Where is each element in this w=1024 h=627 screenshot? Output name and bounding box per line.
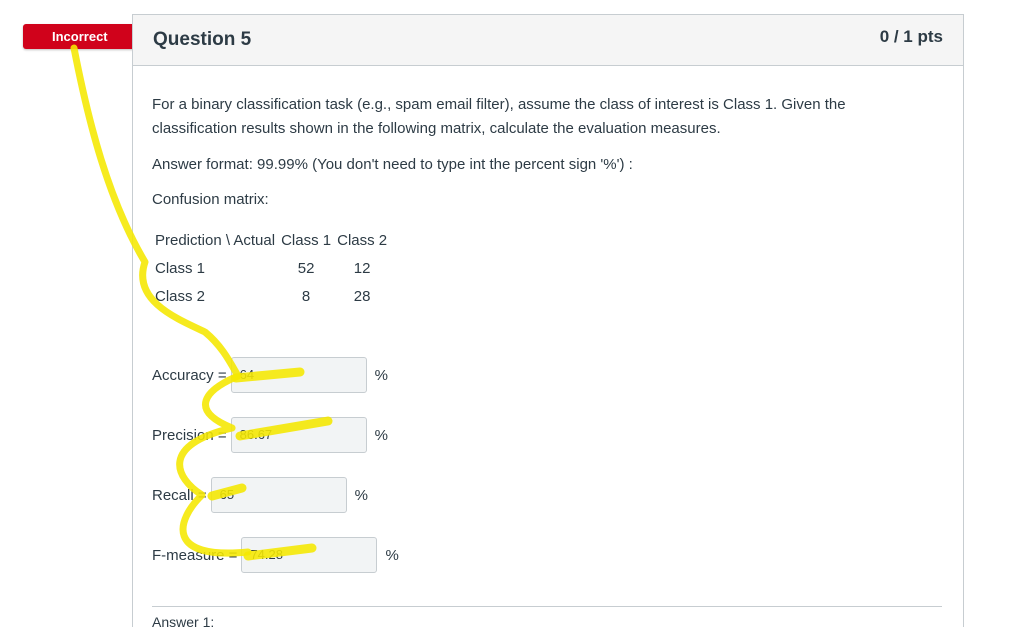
accuracy-answer-field[interactable]: 64 xyxy=(230,357,367,393)
question-title: Question 5 xyxy=(153,29,252,50)
accuracy-row: Accuracy = 64 % xyxy=(152,357,388,393)
recall-unit: % xyxy=(354,486,368,504)
matrix-cell: 8 xyxy=(301,287,311,305)
question-header: Question 5 0 / 1 pts xyxy=(133,15,963,66)
question-points: 0 / 1 pts xyxy=(879,27,943,46)
fmeasure-label: F-measure = xyxy=(152,546,238,564)
matrix-cell: 28 xyxy=(353,287,371,305)
fmeasure-answer-field[interactable]: 74.28 xyxy=(241,537,378,573)
answer-1-label: Answer 1: xyxy=(152,614,215,627)
quiz-page: Incorrect Question 5 0 / 1 pts For a bin… xyxy=(0,0,1024,627)
question-prompt: For a binary classification task (e.g., … xyxy=(152,96,846,137)
matrix-row-label: Class 2 xyxy=(155,287,206,305)
incorrect-flag: Incorrect xyxy=(23,24,149,49)
accuracy-label: Accuracy = xyxy=(152,366,227,384)
fmeasure-unit: % xyxy=(385,546,399,564)
confusion-matrix: Prediction \ Actual Class 1 Class 2 Clas… xyxy=(152,226,390,310)
precision-row: Precision = 86.67 % xyxy=(152,417,388,453)
matrix-header-row: Prediction \ Actual Class 1 Class 2 xyxy=(152,226,390,254)
precision-answer-field[interactable]: 86.67 xyxy=(230,417,367,453)
precision-label: Precision = xyxy=(152,426,227,444)
recall-answer-field[interactable]: 65 xyxy=(210,477,347,513)
matrix-col-header: Class 1 xyxy=(281,231,332,249)
matrix-row: Class 2 8 28 xyxy=(152,282,390,310)
matrix-row-label: Class 1 xyxy=(155,259,206,277)
accuracy-unit: % xyxy=(374,366,388,384)
recall-label: Recall = xyxy=(152,486,207,504)
recall-row: Recall = 65 % xyxy=(152,477,368,513)
matrix-col-header: Class 2 xyxy=(337,231,388,249)
matrix-cell: 12 xyxy=(353,259,371,277)
matrix-heading: Confusion matrix: xyxy=(152,191,269,208)
matrix-corner-label: Prediction \ Actual xyxy=(155,231,276,249)
precision-unit: % xyxy=(374,426,388,444)
answer-format-note: Answer format: 99.99% (You don't need to… xyxy=(152,156,633,173)
matrix-cell: 52 xyxy=(297,259,315,277)
section-divider xyxy=(152,606,942,607)
fmeasure-row: F-measure = 74.28 % xyxy=(152,537,399,573)
matrix-row: Class 1 52 12 xyxy=(152,254,390,282)
